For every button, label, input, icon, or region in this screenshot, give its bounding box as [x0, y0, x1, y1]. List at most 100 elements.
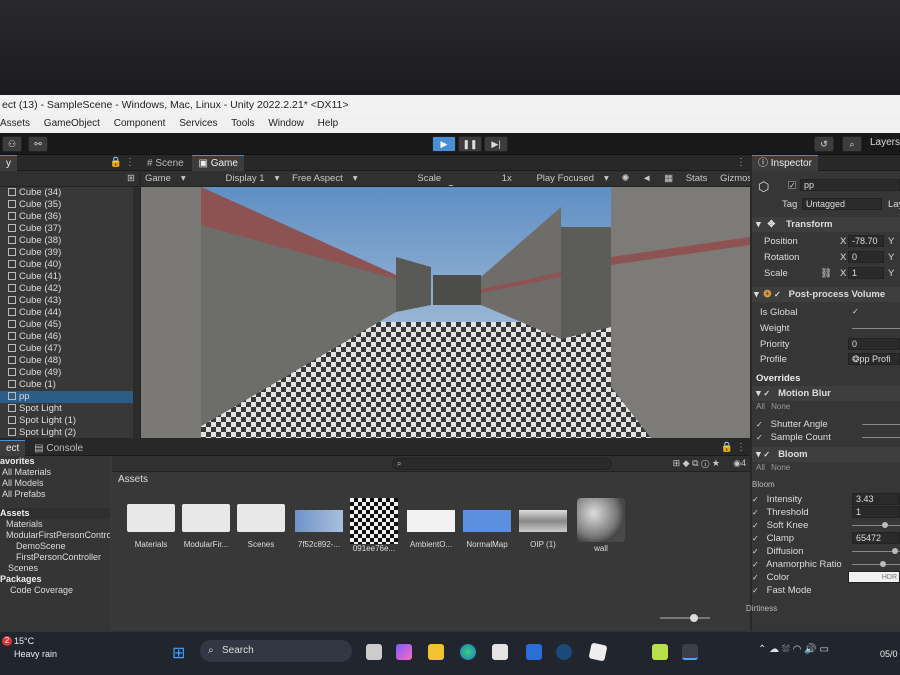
none-toggle[interactable]: None	[771, 463, 790, 472]
copilot-icon[interactable]	[396, 644, 412, 660]
menu-component[interactable]: Component	[114, 118, 166, 129]
sample-count-slider[interactable]	[862, 437, 900, 438]
list-item[interactable]: Cube (46)	[0, 331, 138, 343]
priority-field[interactable]: 0	[848, 338, 900, 350]
hierarchy-scrollbar[interactable]	[133, 187, 139, 438]
all-toggle[interactable]: All	[756, 402, 765, 411]
clamp-checkbox[interactable]: ✓	[752, 535, 760, 543]
soft-knee-checkbox[interactable]: ✓	[752, 522, 760, 530]
search-icon[interactable]: ⌕	[842, 136, 862, 152]
list-item[interactable]: Cube (48)	[0, 355, 138, 367]
menu-assets[interactable]: Assets	[0, 118, 30, 129]
list-item[interactable]: Cube (47)	[0, 343, 138, 355]
hidden-count[interactable]: ◉4	[733, 458, 746, 469]
list-item[interactable]: Cube (37)	[0, 223, 138, 235]
list-item[interactable]: Cube (44)	[0, 307, 138, 319]
is-global-checkbox[interactable]: ✓	[852, 308, 860, 316]
threshold-checkbox[interactable]: ✓	[752, 509, 760, 517]
app-icon[interactable]	[652, 644, 668, 660]
color-checkbox[interactable]: ✓	[752, 574, 760, 582]
outlook-icon[interactable]	[526, 644, 542, 660]
intensity-checkbox[interactable]: ✓	[752, 496, 760, 504]
menu-help[interactable]: Help	[318, 118, 339, 129]
bloom-checkbox[interactable]: ✓	[763, 451, 771, 459]
gizmos-button[interactable]: Gizmos	[716, 171, 750, 186]
steam-icon[interactable]	[556, 644, 572, 660]
shutter-angle-checkbox[interactable]: ✓	[756, 421, 764, 429]
account-icon[interactable]: ⚇	[2, 136, 22, 152]
tree-item[interactable]: ModularFirstPersonContro	[0, 530, 110, 541]
task-view-icon[interactable]	[366, 644, 382, 660]
scale-x-field[interactable]: 1	[848, 267, 884, 279]
tab-game[interactable]: ▣ Game	[192, 155, 244, 171]
sample-count-checkbox[interactable]: ✓	[756, 434, 764, 442]
speaker-icon[interactable]: ◄	[638, 171, 655, 186]
breadcrumb[interactable]: Assets	[118, 474, 148, 485]
weight-slider[interactable]	[852, 328, 900, 329]
stats-grid-icon[interactable]: ▦	[660, 171, 677, 186]
edge-icon[interactable]	[460, 644, 476, 660]
motion-blur-checkbox[interactable]: ✓	[763, 390, 771, 398]
weather-temp[interactable]: 15°C	[14, 636, 34, 646]
list-item[interactable]: Cube (42)	[0, 283, 138, 295]
list-item[interactable]: Cube (36)	[0, 211, 138, 223]
search-filter-icon[interactable]: ⊞	[127, 171, 135, 186]
roblox-icon[interactable]	[588, 642, 608, 662]
menu-tools[interactable]: Tools	[231, 118, 254, 129]
tree-item[interactable]: Code Coverage	[0, 585, 110, 596]
game-mode-dropdown[interactable]: Game	[141, 171, 175, 186]
mute-audio-icon[interactable]: ✺	[617, 171, 633, 186]
list-item[interactable]: Spot Light	[0, 403, 138, 415]
tab-project[interactable]: ect	[0, 440, 26, 456]
asset-item[interactable]: NormalMap	[458, 498, 516, 549]
tree-item[interactable]: DemoScene	[0, 541, 110, 552]
object-name-field[interactable]: pp	[800, 179, 900, 191]
asset-item[interactable]: OIP (1)	[514, 498, 572, 549]
menu-services[interactable]: Services	[179, 118, 217, 129]
transform-header[interactable]: ▾ ✥ Transform	[752, 217, 900, 232]
list-item[interactable]: Spot Light (2)	[0, 427, 138, 438]
step-button[interactable]: ▶|	[484, 136, 508, 152]
anamorphic-checkbox[interactable]: ✓	[752, 561, 760, 569]
color-field[interactable]: HDR	[848, 571, 900, 583]
clamp-field[interactable]: 65472	[852, 532, 900, 544]
tree-item[interactable]: All Materials	[0, 467, 110, 478]
tree-item[interactable]: Scenes	[0, 563, 110, 574]
lock-icon[interactable]: 🔒 ⋮	[110, 155, 135, 171]
list-item[interactable]: Cube (45)	[0, 319, 138, 331]
play-button[interactable]: ▶	[432, 136, 456, 152]
all-toggle[interactable]: All	[756, 463, 765, 472]
diffusion-checkbox[interactable]: ✓	[752, 548, 760, 556]
list-item[interactable]: Cube (35)	[0, 199, 138, 211]
unity-icon[interactable]	[682, 644, 698, 660]
layers-dropdown[interactable]: Layers	[870, 137, 900, 148]
diffusion-slider[interactable]	[852, 548, 900, 554]
tree-item[interactable]: All Models	[0, 478, 110, 489]
windows-start-icon[interactable]: ⊞	[172, 643, 185, 663]
asset-search-input[interactable]: ⌕	[392, 458, 612, 470]
list-item[interactable]: Spot Light (1)	[0, 415, 138, 427]
tab-inspector[interactable]: ⓘ Inspector	[752, 155, 818, 171]
asset-item[interactable]: Scenes	[232, 498, 290, 549]
panel-menu-icon[interactable]: ⋮	[736, 155, 746, 171]
list-item-selected[interactable]: pp	[0, 391, 138, 403]
asset-item[interactable]: Materials	[122, 498, 180, 549]
game-view[interactable]	[141, 187, 750, 438]
profile-field[interactable]: ❂pp Profi	[848, 353, 900, 365]
packages-header[interactable]: Packages	[0, 574, 110, 585]
active-checkbox[interactable]: ✓	[788, 181, 796, 190]
tray-icons[interactable]: ⌃ ☁ ⛆ ◠ 🔊 ▭	[758, 644, 829, 655]
list-item[interactable]: Cube (39)	[0, 247, 138, 259]
menu-window[interactable]: Window	[268, 118, 304, 129]
asset-item[interactable]: wall	[572, 498, 630, 553]
stats-button[interactable]: Stats	[682, 171, 712, 186]
display-dropdown[interactable]: Display 1	[222, 171, 269, 186]
clock-date[interactable]: 05/0	[880, 649, 898, 659]
tag-dropdown[interactable]: Untagged	[802, 198, 882, 210]
fast-mode-checkbox[interactable]: ✓	[752, 587, 760, 595]
ppv-header[interactable]: ▾ ❂ ✓ Post-process Volume	[752, 287, 900, 302]
collab-icon[interactable]: ⚯	[28, 136, 48, 152]
position-x-field[interactable]: -78.70	[848, 235, 884, 247]
menu-gameobject[interactable]: GameObject	[44, 118, 100, 129]
asset-item[interactable]: AmbientO...	[402, 498, 460, 549]
